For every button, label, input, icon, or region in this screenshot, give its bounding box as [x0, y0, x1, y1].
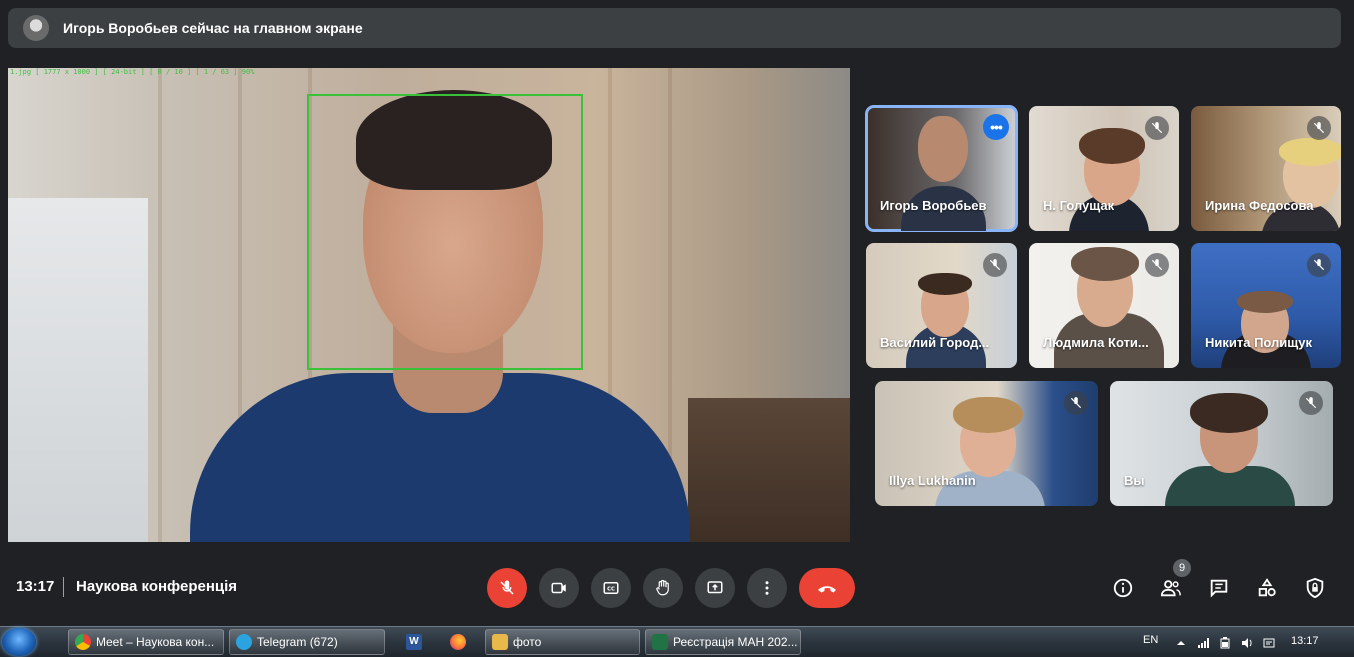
captions-button[interactable]: CC	[591, 568, 631, 608]
folder-icon	[492, 634, 508, 650]
participant-name: Никита Полищук	[1205, 335, 1313, 350]
taskbar-item-label: фото	[513, 635, 542, 649]
banner-text: Игорь Воробьев сейчас на главном экране	[63, 20, 363, 36]
participant-name: Игорь Воробьев	[880, 198, 987, 213]
chat-button[interactable]	[1201, 570, 1237, 606]
meeting-clock: 13:17	[16, 578, 55, 595]
volume-icon[interactable]	[1241, 636, 1253, 648]
show-hidden-icons-icon[interactable]	[1175, 636, 1187, 648]
system-clock[interactable]: 13:17	[1291, 635, 1319, 647]
taskbar-item-chrome[interactable]: Meet – Наукова кон...	[68, 629, 224, 655]
activities-button[interactable]	[1249, 570, 1285, 606]
leave-call-button[interactable]	[799, 568, 855, 608]
hang-up-icon	[818, 586, 836, 593]
presentation-banner: Игорь Воробьев сейчас на главном экране	[8, 8, 1341, 48]
toggle-mic-button[interactable]	[487, 568, 527, 608]
main-video[interactable]: 1.jpg [ 1777 x 1000 ] [ 24-bit ] [ 0 / 1…	[8, 68, 850, 542]
chat-icon	[1210, 579, 1228, 598]
shield-lock-icon	[1306, 577, 1324, 599]
background-table	[688, 398, 850, 542]
network-icon[interactable]	[1197, 636, 1209, 648]
taskbar-item-label: Реєстрація МАН 202...	[673, 635, 798, 649]
presenter-avatar-icon	[23, 15, 49, 41]
mic-off-icon	[1064, 391, 1088, 415]
hand-icon	[656, 579, 669, 596]
telegram-icon	[236, 634, 252, 650]
participant-name: Ирина Федосова	[1205, 198, 1314, 213]
taskbar-item-firefox[interactable]	[446, 631, 470, 653]
excel-icon	[652, 634, 668, 650]
more-options-icon[interactable]: •••	[983, 114, 1009, 140]
action-center-icon[interactable]	[1263, 636, 1275, 648]
participant-name: Вы	[1124, 473, 1145, 488]
participant-tile[interactable]: Illya Lukhanin	[875, 381, 1098, 506]
participant-name: Н. Голущак	[1043, 198, 1115, 213]
face-detection-box	[307, 94, 583, 370]
battery-icon[interactable]	[1219, 636, 1231, 649]
word-icon: W	[406, 634, 422, 650]
taskbar-item-word[interactable]: W	[402, 631, 426, 653]
image-info-overlay: 1.jpg [ 1777 x 1000 ] [ 24-bit ] [ 0 / 1…	[10, 68, 255, 76]
divider	[63, 577, 64, 597]
people-count-badge: 9	[1173, 559, 1191, 577]
participant-tile[interactable]: ••• Игорь Воробьев	[865, 105, 1018, 232]
shapes-icon	[1258, 578, 1276, 597]
mic-off-icon	[500, 580, 514, 595]
participant-name: Illya Lukhanin	[889, 473, 976, 488]
participant-tile[interactable]: Н. Голущак	[1029, 106, 1179, 231]
firefox-icon	[450, 634, 466, 650]
participant-tile[interactable]: Никита Полищук	[1191, 243, 1341, 368]
taskbar-item-excel[interactable]: Реєстрація МАН 202...	[645, 629, 801, 655]
participant-name: Василий Город...	[880, 335, 990, 350]
captions-icon: CC	[603, 582, 619, 594]
chrome-icon	[75, 634, 91, 650]
more-vert-icon	[765, 581, 769, 595]
participant-tile[interactable]: Людмила Коти...	[1029, 243, 1179, 368]
mic-off-icon	[983, 253, 1007, 277]
mic-off-icon	[1145, 253, 1169, 277]
svg-text:CC: CC	[607, 586, 615, 592]
participant-tile[interactable]: Ирина Федосова	[1191, 106, 1341, 231]
meeting-controls-bar: 13:17 Наукова конференція CC 9	[0, 556, 1354, 626]
os-taskbar: Meet – Наукова кон... Telegram (672) W ф…	[0, 626, 1354, 657]
participant-tile[interactable]: Вы	[1110, 381, 1333, 506]
taskbar-item-label: Telegram (672)	[257, 635, 338, 649]
mic-off-icon	[1307, 253, 1331, 277]
more-options-button[interactable]	[747, 568, 787, 608]
present-icon	[707, 581, 723, 594]
mic-off-icon	[1299, 391, 1323, 415]
toggle-camera-button[interactable]	[539, 568, 579, 608]
windows-start-icon[interactable]	[2, 628, 36, 656]
taskbar-item-telegram[interactable]: Telegram (672)	[229, 629, 385, 655]
background-window	[8, 198, 148, 542]
mic-off-icon	[1145, 116, 1169, 140]
meeting-details-button[interactable]	[1105, 570, 1141, 606]
participant-name: Людмила Коти...	[1043, 335, 1149, 350]
taskbar-item-label: Meet – Наукова кон...	[96, 635, 215, 649]
camera-icon	[551, 582, 566, 594]
host-controls-button[interactable]	[1297, 570, 1333, 606]
info-icon	[1113, 578, 1133, 598]
language-indicator[interactable]: EN	[1143, 634, 1158, 646]
present-screen-button[interactable]	[695, 568, 735, 608]
raise-hand-button[interactable]	[643, 568, 683, 608]
participant-tile[interactable]: Василий Город...	[866, 243, 1017, 368]
people-icon	[1160, 580, 1181, 597]
mic-off-icon	[1307, 116, 1331, 140]
meeting-title: Наукова конференція	[76, 578, 238, 595]
taskbar-item-folder[interactable]: фото	[485, 629, 640, 655]
